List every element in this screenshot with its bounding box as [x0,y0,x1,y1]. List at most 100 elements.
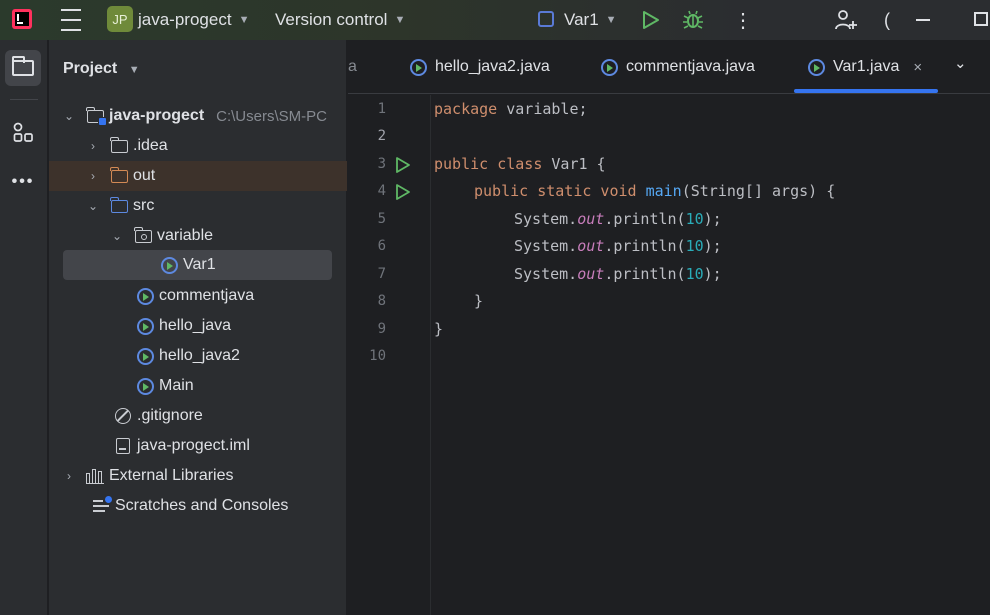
minimize-window-button[interactable] [916,19,930,21]
chevron-down-icon[interactable]: ⌄ [87,199,99,213]
code-line-7: System.out.println(10); [514,265,722,283]
excluded-folder-icon [109,166,128,183]
run-config-name: Var1 [564,10,599,29]
bug-icon [683,10,703,29]
tree-node-label: variable [157,227,214,244]
tree-node-scratches[interactable]: Scratches and Consoles [49,491,347,521]
add-user-button[interactable] [835,0,857,40]
tree-node-commentjava[interactable]: commentjava [49,281,347,311]
code-line-4: public static void main(String[] args) { [474,182,836,200]
tab-var1[interactable]: Var1.java × [794,40,938,94]
tab-label: Var1.java [833,58,900,75]
tab-label: hello_java2.java [435,58,550,75]
chevron-down-icon[interactable]: ⌄ [63,109,75,123]
run-button[interactable] [642,0,660,40]
add-user-icon [835,10,857,30]
code-line-3: public class Var1 { [434,155,606,173]
project-view-selector[interactable]: Project ▼ [63,60,140,78]
tree-node-gitignore[interactable]: .gitignore [49,401,347,431]
main-menu-button[interactable] [60,0,82,40]
tab-label: commentjava.java [626,58,755,75]
line-number: 2 [377,128,386,144]
code-line-9: } [434,320,444,338]
close-icon[interactable]: × [913,59,922,76]
tree-node-variable[interactable]: ⌄ variable [49,221,347,251]
chevron-right-icon[interactable]: › [87,169,99,183]
more-horizontal-icon: ••• [11,173,35,190]
tree-node-label: .gitignore [137,407,203,424]
structure-icon [13,122,33,142]
tree-node-project-root[interactable]: ⌄ java-progect C:\Users\SM-PC [49,101,347,131]
java-class-icon [136,317,154,335]
play-icon [643,11,659,29]
chevron-down-icon: ▼ [128,64,140,76]
tree-node-iml[interactable]: java-progect.iml [49,431,347,461]
tabs-dropdown-button[interactable]: ⌄ [954,54,967,72]
tree-node-label: src [133,197,155,214]
line-number: 6 [377,238,386,254]
code-line-5: System.out.println(10); [514,210,722,228]
line-number: 1 [377,101,386,117]
tree-node-external-libraries[interactable]: › External Libraries [49,461,347,491]
editor-gutter: 1 2 3 4 5 6 7 8 9 10 [348,95,431,615]
line-number: 3 [377,156,386,172]
tree-node-main[interactable]: Main [49,371,347,401]
chevron-down-icon: ⌄ [954,55,967,72]
more-tools-button[interactable]: ••• [5,164,41,200]
line-number: 10 [369,348,386,364]
code-line-1: package variable; [434,100,588,118]
hamburger-icon [61,9,81,11]
line-number: 4 [377,183,386,199]
tree-node-src[interactable]: ⌄ src [49,191,347,221]
code-editor[interactable]: package variable; public class Var1 { pu… [432,95,990,615]
project-badge[interactable]: JP [107,6,133,32]
more-actions-button[interactable]: ⋮ [733,0,753,40]
maximize-window-button[interactable] [974,12,988,26]
title-bar: JP java-progect ▼ Version control ▼ Var1… [0,0,990,40]
tool-window-strip: ••• [0,40,48,615]
tab-commentjava[interactable]: commentjava.java [601,40,755,94]
project-switcher[interactable]: java-progect ▼ [138,0,249,40]
code-line-6: System.out.println(10); [514,237,722,255]
tree-node-hello-java2[interactable]: hello_java2 [49,341,347,371]
tree-node-label: commentjava [159,287,255,304]
ignored-file-icon [115,408,131,424]
tree-node-label: .idea [133,137,168,154]
run-gutter-icon [396,157,410,173]
java-class-icon [136,347,154,365]
tree-node-hello-java[interactable]: hello_java [49,311,347,341]
debug-button[interactable] [683,0,703,40]
intellij-logo-icon[interactable] [12,9,32,29]
chevron-right-icon[interactable]: › [63,469,75,483]
tree-node-label: Scratches and Consoles [115,497,289,514]
project-tool-button[interactable] [5,50,41,86]
package-icon [133,226,152,243]
java-class-icon [808,58,825,76]
line-number: 5 [377,211,386,227]
module-file-icon [116,438,130,454]
tab-hello-java2[interactable]: hello_java2.java [410,40,550,94]
code-line-8: } [474,292,484,310]
java-class-icon [160,256,178,274]
vcs-menu[interactable]: Version control ▼ [275,0,405,40]
run-config-icon [538,11,554,27]
source-folder-icon [109,196,128,213]
tree-node-label: hello_java2 [159,347,240,364]
chevron-down-icon: ▼ [238,14,250,26]
tree-node-out[interactable]: › out [49,161,347,191]
library-icon [86,468,104,484]
partial-toolbar-glyph: ( [884,9,890,30]
chevron-down-icon[interactable]: ⌄ [111,229,123,243]
line-number: 9 [377,321,386,337]
module-folder-icon [85,106,107,126]
chevron-right-icon[interactable]: › [87,139,99,153]
run-config-selector[interactable]: Var1 ▼ [564,0,617,40]
java-class-icon [136,377,154,395]
tree-node-label: Main [159,377,194,394]
chevron-down-icon: ▼ [394,14,406,26]
tree-node-var1[interactable]: Var1 [63,250,332,280]
project-name: java-progect [138,10,232,29]
structure-tool-button[interactable] [5,115,41,151]
run-gutter-icon [396,184,410,200]
tree-node-idea[interactable]: › .idea [49,131,347,161]
